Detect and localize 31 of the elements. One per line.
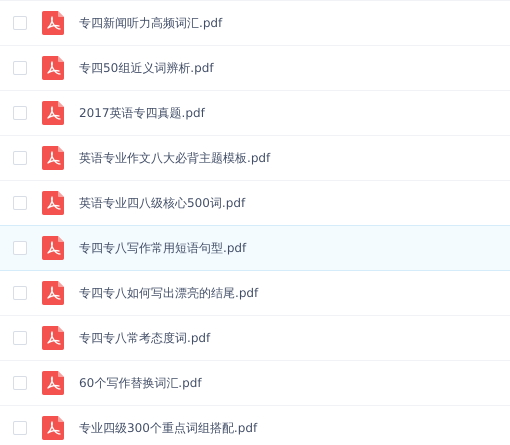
- pdf-file-icon: [42, 101, 64, 125]
- file-name[interactable]: 2017英语专四真题.pdf: [79, 104, 205, 122]
- checkbox[interactable]: [13, 376, 27, 390]
- checkbox[interactable]: [13, 106, 27, 120]
- file-name[interactable]: 专四50组近义词辨析.pdf: [79, 60, 214, 76]
- file-name[interactable]: 专四专八常考态度词.pdf: [79, 330, 210, 346]
- pdf-file-icon: [42, 371, 64, 395]
- checkbox[interactable]: [13, 286, 27, 300]
- checkbox[interactable]: [13, 331, 27, 345]
- file-name[interactable]: 专业四级300个重点词组搭配.pdf: [79, 420, 258, 436]
- checkbox[interactable]: [13, 16, 27, 30]
- file-name[interactable]: 英语专业作文八大必背主题模板.pdf: [79, 150, 270, 166]
- pdf-file-icon: [42, 191, 64, 215]
- pdf-file-icon: [42, 416, 64, 440]
- checkbox[interactable]: [13, 421, 27, 435]
- file-name[interactable]: 英语专业四八级核心500词.pdf: [79, 194, 246, 212]
- file-name[interactable]: 专四新闻听力高频词汇.pdf: [79, 14, 222, 32]
- file-row[interactable]: 专四专八写作常用短语句型.pdf: [0, 225, 510, 271]
- pdf-file-icon: [42, 11, 64, 35]
- pdf-file-icon: [42, 281, 64, 305]
- pdf-file-icon: [42, 146, 64, 170]
- file-name[interactable]: 60个写作替换词汇.pdf: [79, 374, 202, 392]
- checkbox[interactable]: [13, 196, 27, 210]
- pdf-file-icon: [42, 236, 64, 260]
- pdf-file-icon: [42, 326, 64, 350]
- checkbox[interactable]: [13, 241, 27, 255]
- file-name[interactable]: 专四专八如何写出漂亮的结尾.pdf: [79, 284, 258, 302]
- checkbox[interactable]: [13, 61, 27, 75]
- pdf-file-icon: [42, 56, 64, 80]
- file-name[interactable]: 专四专八写作常用短语句型.pdf: [79, 240, 246, 256]
- checkbox[interactable]: [13, 151, 27, 165]
